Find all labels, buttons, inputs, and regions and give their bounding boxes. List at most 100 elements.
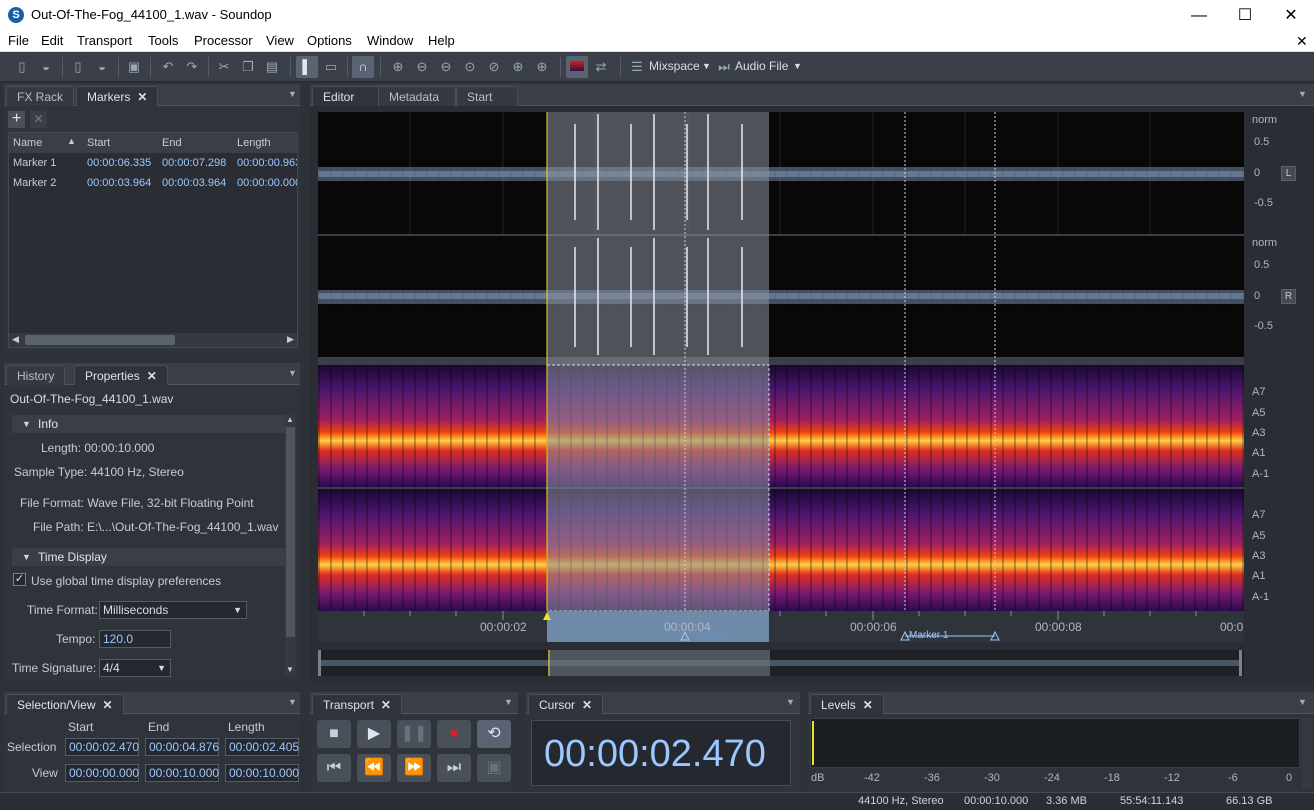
marker-2-label[interactable]: Marker 2	[692, 630, 731, 641]
tab-metadata[interactable]: Metadata	[378, 86, 456, 106]
go-to-end-button[interactable]: ⏭	[437, 754, 471, 782]
close-tab-icon[interactable]: ✕	[863, 698, 873, 712]
overview-selection[interactable]	[548, 650, 770, 676]
new-file-icon[interactable]: ▯	[11, 56, 33, 78]
view-end-input[interactable]: 00:00:10.000	[145, 764, 219, 782]
tab-transport[interactable]: Transport ✕	[312, 694, 402, 714]
record-button[interactable]: ●	[437, 720, 471, 748]
time-ruler[interactable]	[318, 611, 1244, 642]
menu-transport[interactable]: Transport	[77, 33, 132, 48]
tab-selection-view[interactable]: Selection/View ✕	[6, 694, 124, 714]
stop-button[interactable]: ■	[317, 720, 351, 748]
menu-view[interactable]: View	[266, 33, 294, 48]
panel-menu-icon[interactable]: ▼	[1298, 89, 1307, 99]
close-tab-icon[interactable]: ✕	[103, 698, 113, 712]
selection-overlay[interactable]	[547, 112, 769, 611]
col-length[interactable]: Length	[237, 137, 271, 149]
open-project-icon[interactable]: ◒	[91, 56, 113, 78]
zoom-selection-icon[interactable]: ⊕	[387, 56, 409, 78]
zoom-vertical-in-icon[interactable]: ⊕	[531, 56, 553, 78]
panel-menu-icon[interactable]: ▼	[288, 697, 297, 707]
tab-editor[interactable]: Editor	[312, 86, 382, 106]
new-project-icon[interactable]: ▯	[67, 56, 89, 78]
scroll-up-icon[interactable]: ▲	[286, 415, 294, 424]
remove-marker-button[interactable]: ✕	[30, 111, 47, 128]
col-name[interactable]: Name	[13, 137, 42, 149]
audio-file-icon[interactable]: ⏭	[713, 56, 735, 78]
menu-processor[interactable]: Processor	[194, 33, 253, 48]
minimize-button[interactable]: —	[1176, 0, 1222, 31]
copy-icon[interactable]: ❐	[237, 56, 259, 78]
menu-options[interactable]: Options	[307, 33, 352, 48]
tab-markers[interactable]: Markers ✕	[76, 86, 159, 106]
scroll-left-icon[interactable]: ◀	[12, 334, 19, 345]
panel-menu-icon[interactable]: ▼	[504, 697, 513, 707]
view-start-input[interactable]: 00:00:00.000	[65, 764, 139, 782]
scroll-right-icon[interactable]: ▶	[287, 334, 294, 345]
audio-file-dropdown-icon[interactable]: ▼	[793, 61, 802, 71]
selection-length-input[interactable]: 00:00:02.405	[225, 738, 299, 756]
punch-in-button[interactable]: ▣	[477, 754, 511, 782]
loop-button[interactable]: ⟲	[477, 720, 511, 748]
scroll-thumb[interactable]	[286, 427, 295, 637]
close-tab-icon[interactable]: ✕	[381, 698, 391, 712]
panel-menu-icon[interactable]: ▼	[1298, 697, 1307, 707]
tab-cursor[interactable]: Cursor ✕	[528, 694, 604, 714]
col-start[interactable]: Start	[87, 137, 110, 149]
menu-window[interactable]: Window	[367, 33, 413, 48]
left-channel-toggle[interactable]: L	[1281, 166, 1296, 181]
play-button[interactable]: ▶	[357, 720, 391, 748]
maximize-button[interactable]: ☐	[1222, 0, 1268, 31]
sort-up-icon[interactable]: ▲	[67, 136, 76, 146]
range-tool-icon[interactable]: ▭	[320, 56, 342, 78]
open-file-icon[interactable]: ◒	[35, 56, 57, 78]
menu-tools[interactable]: Tools	[148, 33, 178, 48]
zoom-in-icon[interactable]: ⊕	[507, 56, 529, 78]
select-tool-icon[interactable]: ▌	[296, 56, 318, 78]
tab-levels[interactable]: Levels ✕	[810, 694, 884, 714]
menu-help[interactable]: Help	[428, 33, 455, 48]
vertical-scrollbar[interactable]: ▲ ▼	[285, 415, 296, 677]
mixspace-icon[interactable]: ☰	[626, 56, 648, 78]
tab-properties[interactable]: Properties ✕	[74, 365, 168, 385]
spectral-view-icon[interactable]	[566, 56, 588, 78]
col-end[interactable]: End	[162, 137, 182, 149]
use-global-checkbox[interactable]: ✓	[13, 573, 26, 586]
overview-navigator[interactable]	[318, 650, 1244, 676]
close-button[interactable]: ✕	[1268, 0, 1314, 31]
panel-menu-icon[interactable]: ▼	[288, 368, 297, 378]
editor-canvas[interactable]	[318, 112, 1244, 642]
zoom-fit-icon[interactable]: ⊙	[459, 56, 481, 78]
right-channel-toggle[interactable]: R	[1281, 289, 1296, 304]
document-close-icon[interactable]: ✕	[1296, 33, 1308, 50]
view-length-input[interactable]: 00:00:10.000	[225, 764, 299, 782]
audio-file-label[interactable]: Audio File	[735, 59, 788, 73]
close-tab-icon[interactable]: ✕	[582, 698, 592, 712]
info-group-header[interactable]: ▼ Info	[12, 415, 286, 433]
scroll-down-icon[interactable]: ▼	[286, 665, 294, 674]
time-display-group-header[interactable]: ▼ Time Display	[12, 548, 286, 566]
tab-start[interactable]: Start	[456, 86, 518, 106]
undo-icon[interactable]: ↶	[157, 56, 179, 78]
close-tab-icon[interactable]: ✕	[147, 369, 157, 383]
tab-history[interactable]: History	[6, 365, 66, 385]
paste-icon[interactable]: ▤	[261, 56, 283, 78]
fast-forward-button[interactable]: ⏩	[397, 754, 431, 782]
zoom-vertical-out-icon[interactable]: ⊘	[483, 56, 505, 78]
tab-fx-rack[interactable]: FX Rack	[6, 86, 75, 106]
close-tab-icon[interactable]: ✕	[137, 90, 147, 104]
selection-end-input[interactable]: 00:00:04.876	[145, 738, 219, 756]
add-marker-button[interactable]: +	[8, 111, 25, 128]
panel-menu-icon[interactable]: ▼	[288, 89, 297, 99]
rewind-button[interactable]: ⏪	[357, 754, 391, 782]
scroll-thumb[interactable]	[25, 335, 175, 345]
marker-1-label[interactable]: Marker 1	[909, 630, 948, 641]
time-signature-select[interactable]: 4/4 ▼	[99, 659, 171, 677]
pause-button[interactable]: ❚❚	[397, 720, 431, 748]
panel-menu-icon[interactable]: ▼	[786, 697, 795, 707]
table-row[interactable]: Marker 1 00:00:06.335 00:00:07.298 00:00…	[9, 154, 297, 174]
loop-view-icon[interactable]: ⇄	[590, 56, 612, 78]
mixspace-label[interactable]: Mixspace	[649, 59, 700, 73]
mixspace-dropdown-icon[interactable]: ▼	[702, 61, 711, 71]
save-icon[interactable]: ▣	[123, 56, 145, 78]
